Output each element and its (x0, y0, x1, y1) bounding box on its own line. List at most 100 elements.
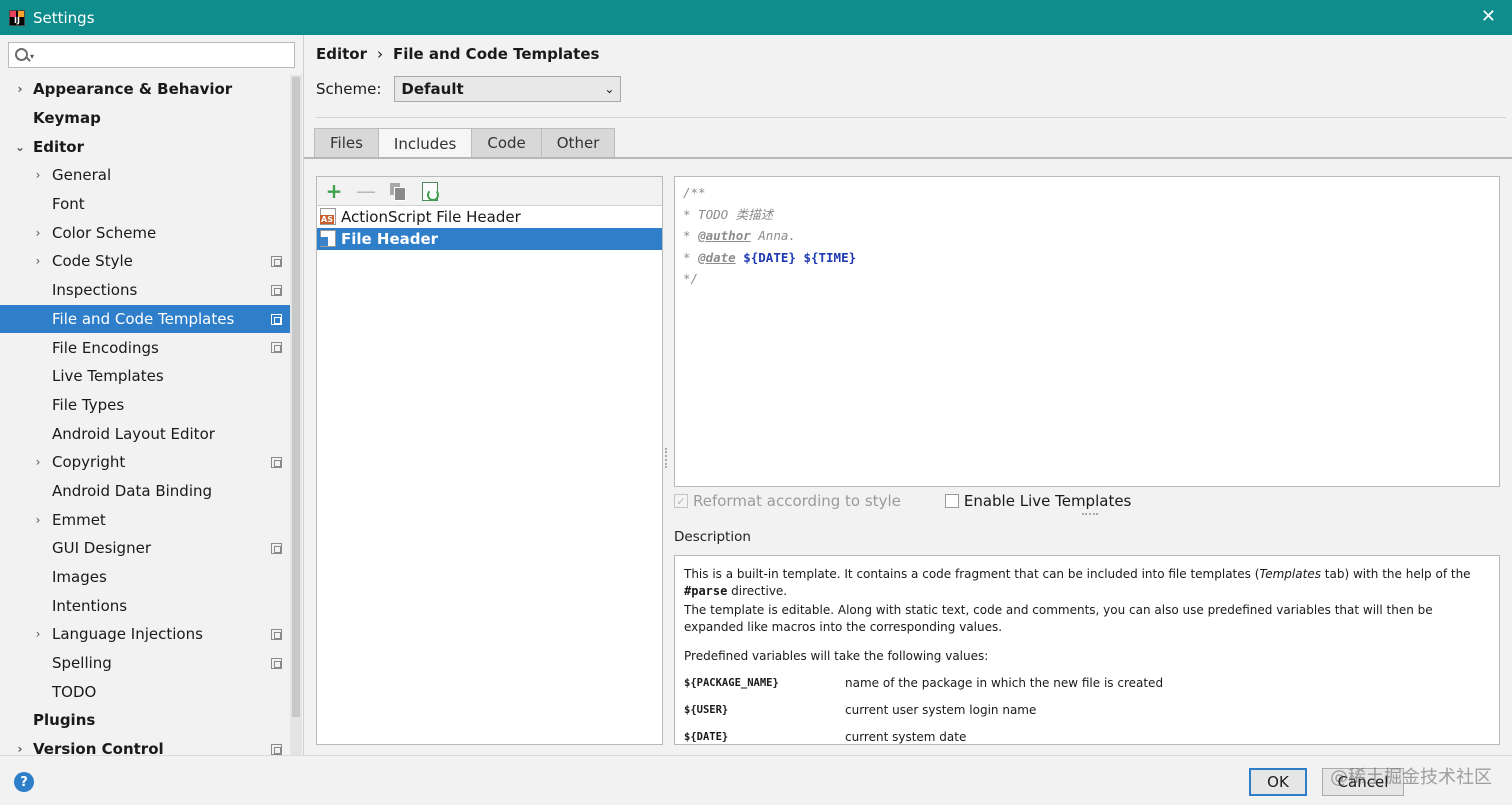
sidebar-item-color-scheme[interactable]: › Color Scheme (0, 218, 290, 247)
sidebar-item-emmet[interactable]: › Emmet (0, 505, 290, 534)
sidebar-item-font[interactable]: Font (0, 190, 290, 219)
search-icon[interactable]: ▾ (13, 46, 39, 64)
template-options: ✓ Reformat according to style Enable Liv… (674, 492, 1131, 510)
sidebar-item-spelling[interactable]: Spelling (0, 649, 290, 678)
variable-name: ${USER} (684, 704, 729, 716)
scheme-label: Scheme: (316, 80, 382, 98)
reset-template-button[interactable] (419, 180, 441, 202)
sidebar-item-label: TODO (52, 682, 97, 701)
sidebar-item-label: Language Injections (52, 625, 203, 644)
code-text: /** (683, 185, 706, 200)
chevron-right-icon[interactable]: › (32, 168, 44, 182)
chevron-right-icon[interactable]: › (32, 226, 44, 240)
copy-template-button[interactable] (387, 180, 409, 202)
sidebar-item-keymap[interactable]: Keymap (0, 104, 290, 133)
sidebar-item-android-data-binding[interactable]: Android Data Binding (0, 477, 290, 506)
sidebar-item-version-control[interactable]: › Version Control (0, 735, 290, 755)
code-line: * TODO 类描述 (683, 204, 1491, 226)
sidebar-item-file-and-code-templates[interactable]: File and Code Templates (0, 304, 290, 334)
chevron-down-icon[interactable]: ⌄ (14, 140, 26, 154)
variable-row: ${DATE} current system date (684, 729, 1490, 744)
breadcrumb: Editor › File and Code Templates (316, 45, 599, 63)
project-scheme-icon (271, 284, 282, 296)
scrollbar-thumb[interactable] (292, 77, 300, 717)
description-label: Description (674, 529, 751, 545)
reformat-checkbox[interactable]: ✓ (674, 494, 688, 508)
code-text: */ (683, 271, 699, 286)
sidebar-item-file-encodings[interactable]: File Encodings (0, 333, 290, 362)
description-code: #parse (684, 584, 728, 598)
template-tabs: Files Includes Code Other (314, 128, 616, 158)
tab-files[interactable]: Files (314, 128, 379, 157)
template-list-panel: + — AS ActionScript File Header File Heade… (316, 176, 663, 745)
sidebar-item-images[interactable]: Images (0, 563, 290, 592)
tab-other[interactable]: Other (540, 128, 616, 157)
icon-badge: AS (320, 215, 334, 224)
vertical-splitter-handle[interactable] (665, 448, 669, 468)
sidebar-item-plugins[interactable]: Plugins (0, 706, 290, 735)
variable-name: ${PACKAGE_NAME} (684, 677, 779, 689)
chevron-right-icon[interactable]: › (14, 82, 26, 96)
variable-row: ${PACKAGE_NAME} name of the package in wh… (684, 675, 1490, 692)
sidebar-item-code-style[interactable]: › Code Style (0, 247, 290, 276)
template-item[interactable]: AS ActionScript File Header (317, 206, 662, 228)
reformat-label: Reformat according to style (693, 492, 901, 510)
horizontal-splitter-handle[interactable] (1082, 513, 1098, 517)
chevron-right-icon[interactable]: › (32, 627, 44, 641)
description-text: directive. (727, 584, 788, 598)
sidebar-scrollbar[interactable] (290, 75, 302, 755)
sidebar-item-intentions[interactable]: Intentions (0, 591, 290, 620)
settings-search-input[interactable] (39, 44, 294, 66)
code-line: */ (683, 268, 1491, 290)
project-scheme-icon (271, 743, 282, 755)
sidebar-item-label: File and Code Templates (52, 309, 235, 328)
sidebar-item-language-injections[interactable]: › Language Injections (0, 620, 290, 649)
tab-includes[interactable]: Includes (377, 128, 473, 158)
sidebar-item-appearance-behavior[interactable]: › Appearance & Behavior (0, 75, 290, 104)
variable-description: current system date (845, 730, 967, 744)
icon-badge (320, 237, 328, 246)
code-line: /** (683, 182, 1491, 204)
sidebar-item-editor[interactable]: ⌄ Editor (0, 132, 290, 161)
help-icon[interactable]: ? (14, 772, 34, 792)
template-code-editor[interactable]: /** * TODO 类描述 * @author Anna. * @date $… (674, 176, 1500, 487)
live-templates-checkbox[interactable] (944, 494, 959, 508)
scheme-value: Default (401, 80, 464, 98)
variable-description: current user system login name (845, 703, 1037, 717)
scheme-dropdown[interactable]: Default ⌄ (394, 76, 622, 102)
code-line: * @date ${DATE} ${TIME} (683, 247, 1491, 269)
sidebar-item-copyright[interactable]: › Copyright (0, 448, 290, 477)
sidebar-item-file-types[interactable]: File Types (0, 391, 290, 420)
sidebar-item-gui-designer[interactable]: GUI Designer (0, 534, 290, 563)
project-scheme-icon (271, 543, 282, 554)
chevron-right-icon[interactable]: › (14, 742, 26, 755)
description-panel: This is a built-in template. It contains… (674, 555, 1500, 745)
settings-search-box[interactable]: ▾ (8, 42, 295, 68)
template-list: AS ActionScript File Header File Header (317, 206, 662, 250)
live-templates-option: Enable Live Templates (944, 492, 1131, 510)
variables-list: ${PACKAGE_NAME} name of the package in wh… (684, 675, 1490, 744)
sidebar-item-label: Images (52, 568, 107, 587)
template-name: File Header (341, 230, 439, 248)
settings-sidebar: ▾ › Appearance & Behavior Keymap ⌄ Editor › Ge… (0, 35, 303, 755)
variable-row: ${USER} current user system login name (684, 702, 1490, 719)
chevron-right-icon[interactable]: › (32, 455, 44, 469)
add-template-button[interactable]: + (323, 179, 345, 203)
sidebar-item-todo[interactable]: TODO (0, 677, 290, 706)
chevron-right-icon[interactable]: › (32, 513, 44, 527)
close-icon[interactable]: ✕ (1481, 8, 1496, 26)
chevron-right-icon[interactable]: › (32, 254, 44, 268)
tab-code[interactable]: Code (471, 128, 542, 157)
sidebar-item-inspections[interactable]: Inspections (0, 276, 290, 305)
sidebar-item-android-layout-editor[interactable]: Android Layout Editor (0, 419, 290, 448)
sidebar-item-general[interactable]: › General (0, 161, 290, 190)
sidebar-item-live-templates[interactable]: Live Templates (0, 362, 290, 391)
sidebar-item-label: Spelling (52, 654, 112, 673)
code-text: * (683, 249, 699, 265)
project-scheme-icon (271, 342, 282, 354)
ok-button[interactable]: OK (1249, 768, 1307, 796)
remove-template-button[interactable]: — (355, 179, 377, 203)
sidebar-item-label: Keymap (33, 109, 101, 128)
chevron-down-icon: ▾ (30, 52, 35, 61)
template-item[interactable]: File Header (317, 228, 662, 250)
